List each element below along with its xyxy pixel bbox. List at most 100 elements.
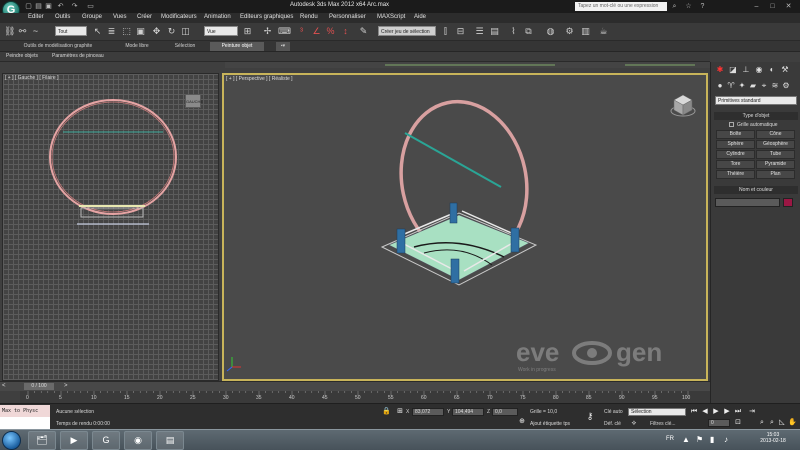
- geosphere-button[interactable]: Géosphère: [756, 140, 795, 149]
- align-icon[interactable]: ⊟: [455, 26, 466, 37]
- minimize-icon[interactable]: –: [752, 2, 761, 11]
- create-tab-icon[interactable]: ✱: [715, 65, 725, 75]
- percent-snap-icon[interactable]: %: [325, 26, 336, 37]
- maxscript-output[interactable]: [0, 417, 50, 429]
- selection-filter-dropdown[interactable]: Tout: [55, 26, 87, 36]
- zoom-all-icon[interactable]: ⌕: [768, 419, 776, 427]
- primitive-category-dropdown[interactable]: Primitives standard: [715, 96, 797, 105]
- spinner-snap-icon[interactable]: ↕: [340, 26, 351, 37]
- time-slider[interactable]: < 0 / 100 >: [0, 381, 710, 391]
- menu-item-modificateurs[interactable]: Modificateurs: [161, 14, 197, 20]
- key-filters-button[interactable]: Filtres clé...: [650, 421, 676, 427]
- graphite-toggle-icon[interactable]: ▤: [489, 26, 500, 37]
- snaps-toggle-icon[interactable]: ³: [296, 26, 307, 37]
- autogrid-checkbox[interactable]: Grille automatique: [729, 122, 799, 130]
- tab-freeform[interactable]: Mode libre: [114, 42, 160, 51]
- modify-tab-icon[interactable]: ◪: [728, 65, 738, 75]
- reference-coordinate-dropdown[interactable]: Vue: [204, 26, 238, 36]
- add-time-tag-button[interactable]: Ajout étiquette tps: [530, 421, 570, 427]
- curve-editor-icon[interactable]: ⌇: [508, 26, 519, 37]
- absolute-mode-icon[interactable]: ⊞: [396, 408, 404, 416]
- space-warps-icon[interactable]: ≋: [770, 81, 780, 91]
- edit-named-selection-icon[interactable]: ✎: [358, 26, 369, 37]
- key-mode-toggle-icon[interactable]: ⇥: [748, 408, 756, 416]
- select-scale-icon[interactable]: ◫: [180, 26, 191, 37]
- render-production-icon[interactable]: ☕: [598, 26, 609, 37]
- field-of-view-icon[interactable]: ◺: [778, 419, 786, 427]
- box-button[interactable]: Boîte: [716, 130, 755, 139]
- teapot-button[interactable]: Théière: [716, 170, 755, 179]
- material-editor-icon[interactable]: ◍: [545, 26, 556, 37]
- link-icon[interactable]: ⛓: [4, 26, 15, 37]
- time-slider-next-icon[interactable]: >: [64, 383, 68, 389]
- action-center-icon[interactable]: ⚑: [696, 435, 703, 444]
- tube-button[interactable]: Tube: [756, 150, 795, 159]
- shapes-icon[interactable]: ♈: [726, 81, 736, 91]
- menu-item-editer[interactable]: Editer: [28, 14, 44, 20]
- lights-icon[interactable]: ✦: [737, 81, 747, 91]
- tab-graphite-modeling[interactable]: Outils de modélisation graphite: [4, 42, 112, 51]
- menu-item-rendu[interactable]: Rendu: [300, 14, 318, 20]
- time-tag-icon[interactable]: ⊕: [518, 418, 526, 426]
- menu-item-groupe[interactable]: Groupe: [82, 14, 102, 20]
- search-input[interactable]: Tapez un mot-clé ou une expression: [575, 2, 667, 11]
- maxscript-listener[interactable]: Max to Physc: [0, 405, 50, 429]
- communication-center-icon[interactable]: ☆: [684, 2, 693, 11]
- tab-object-paint[interactable]: Peinture objet: [210, 42, 264, 51]
- redo-icon[interactable]: ↷: [70, 2, 79, 11]
- keyboard-shortcut-override-icon[interactable]: ⌨: [278, 26, 291, 37]
- name-color-rollout-header[interactable]: Nom et couleur: [714, 186, 798, 194]
- pyramid-button[interactable]: Pyramide: [756, 160, 795, 169]
- named-selection-dropdown[interactable]: Créer jeu de sélection: [378, 26, 436, 36]
- start-button[interactable]: [2, 431, 21, 450]
- auto-key-button[interactable]: Clé auto: [604, 409, 623, 415]
- menu-item-maxscript[interactable]: MAXScript: [377, 14, 405, 20]
- new-file-icon[interactable]: ▢: [24, 2, 33, 11]
- project-folder-icon[interactable]: ▭: [86, 2, 95, 11]
- autogrid-checkbox-box[interactable]: [729, 122, 734, 128]
- y-coordinate-field[interactable]: 104,494: [452, 408, 484, 416]
- select-object-icon[interactable]: ↖: [92, 26, 103, 37]
- previous-frame-icon[interactable]: ◀: [701, 408, 709, 416]
- set-key-icon[interactable]: ⚷: [586, 412, 594, 421]
- menu-item-aide[interactable]: Aide: [414, 14, 426, 20]
- object-type-rollout-header[interactable]: Type d'objet: [714, 112, 798, 120]
- maxscript-input[interactable]: Max to Physc: [0, 405, 50, 417]
- set-key-button[interactable]: Déf. clé: [604, 421, 621, 427]
- cylinder-button[interactable]: Cylindre: [716, 150, 755, 159]
- cone-button[interactable]: Cône: [756, 130, 795, 139]
- display-tab-icon[interactable]: ◐: [767, 65, 777, 75]
- menu-item-animation[interactable]: Animation: [204, 14, 231, 20]
- frame-counter[interactable]: 0 / 100: [24, 383, 54, 390]
- menu-item-editeurs-graphiques[interactable]: Editeurs graphiques: [240, 14, 293, 20]
- pan-view-icon[interactable]: ✋: [788, 419, 797, 427]
- perspective-viewport[interactable]: [ + ] [ Perspective ] [ Réaliste ] eve g…: [222, 73, 708, 381]
- schematic-view-icon[interactable]: ⧉: [523, 26, 534, 37]
- pivot-center-icon[interactable]: ⊞: [242, 26, 253, 37]
- time-config-icon[interactable]: ⊡: [734, 419, 742, 427]
- torus-button[interactable]: Tore: [716, 160, 755, 169]
- 3ds-max-taskbar-icon[interactable]: G: [92, 431, 120, 450]
- left-viewport[interactable]: [ + ] [ Gauche ] [ Filaire ] GAUCHE: [2, 73, 219, 381]
- current-frame-field[interactable]: 0: [708, 419, 730, 427]
- menu-item-vues[interactable]: Vues: [113, 14, 126, 20]
- object-color-swatch[interactable]: [783, 198, 793, 207]
- application-taskbar-icon[interactable]: ▤: [156, 431, 184, 450]
- open-file-icon[interactable]: ▤: [34, 2, 43, 11]
- angle-snap-icon[interactable]: ∠: [311, 26, 322, 37]
- z-coordinate-field[interactable]: 0,0: [492, 408, 518, 416]
- tab-selection[interactable]: Sélection: [162, 42, 208, 51]
- paint-objects-button[interactable]: Peindre objets: [6, 53, 38, 59]
- menu-item-outils[interactable]: Outils: [55, 14, 70, 20]
- time-slider-prev-icon[interactable]: <: [2, 383, 6, 389]
- select-move-icon[interactable]: ✥: [151, 26, 162, 37]
- hierarchy-tab-icon[interactable]: ⊥: [741, 65, 751, 75]
- geometry-icon[interactable]: ●: [715, 81, 725, 91]
- play-icon[interactable]: ▶: [712, 408, 720, 416]
- undo-icon[interactable]: ↶: [56, 2, 65, 11]
- zoom-icon[interactable]: ⌕: [758, 419, 766, 427]
- window-crossing-icon[interactable]: ▣: [135, 26, 146, 37]
- mirror-icon[interactable]: ⫿: [440, 26, 451, 37]
- x-coordinate-field[interactable]: 83,072: [412, 408, 444, 416]
- motion-tab-icon[interactable]: ◉: [754, 65, 764, 75]
